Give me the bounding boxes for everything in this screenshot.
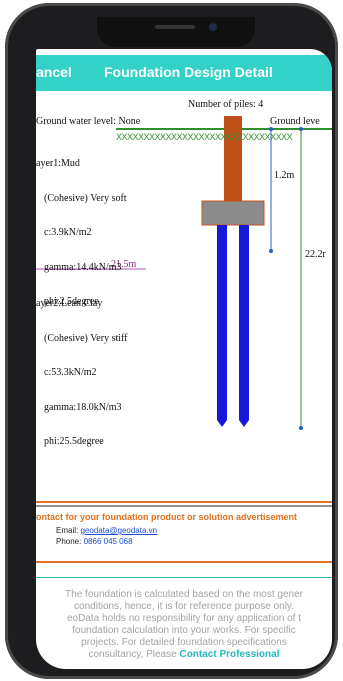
phone-frame: ancel Foundation Design Detail XXXXXXXXX… bbox=[5, 3, 338, 679]
contact-professional-link[interactable]: Contact Professional bbox=[179, 649, 279, 660]
disclaimer-line5: projects. For detailed foundation specif… bbox=[81, 637, 287, 648]
page-title: Foundation Design Detail bbox=[104, 64, 273, 80]
ad-top-rule bbox=[36, 501, 332, 503]
disclaimer-line2: conditions, hence, it is for reference p… bbox=[74, 601, 294, 612]
disclaimer-line4: foundation calculation into your works. … bbox=[72, 625, 296, 636]
ad-bottom-rule-2 bbox=[36, 577, 332, 578]
disclaimer-line3: eoData holds no responsibility for any a… bbox=[66, 613, 302, 624]
ad-bottom-rule bbox=[36, 561, 332, 563]
layer2-info: ayer2:Lean Clay (Cohesive) Very stiff c:… bbox=[36, 275, 128, 471]
column bbox=[224, 116, 242, 201]
front-camera-icon bbox=[209, 23, 217, 31]
layer2-c: c:53.3kN/m2 bbox=[44, 367, 97, 378]
layer2-gamma: gamma:18.0kN/m3 bbox=[44, 401, 122, 413]
cancel-button[interactable]: ancel bbox=[36, 64, 72, 80]
phone-label: Phone: bbox=[56, 537, 82, 546]
pile-left-tip bbox=[217, 420, 227, 427]
app-screen: ancel Foundation Design Detail XXXXXXXXX… bbox=[36, 49, 332, 669]
phone-link[interactable]: 0866 045 068 bbox=[84, 537, 133, 546]
email-link[interactable]: geodata@geodata.vn bbox=[80, 526, 157, 535]
layer2-phi: phi:25.5degree bbox=[44, 436, 104, 447]
layer1-gamma: gamma:14.4kN/m3 bbox=[44, 261, 122, 273]
email-label: Email: bbox=[56, 526, 79, 535]
pile-length-top-dot bbox=[299, 127, 303, 131]
pile-length-label: 22.2r bbox=[305, 249, 326, 260]
pile-length-bottom-dot bbox=[299, 426, 303, 430]
layer1-type: (Cohesive) Very soft bbox=[44, 192, 127, 204]
ground-hatch: XXXXXXXXXXXXXXXXXXXXXXXXXXXXXXXX bbox=[116, 132, 293, 142]
layer2-type: (Cohesive) Very stiff bbox=[44, 332, 128, 344]
piles-count-label: Number of piles: 4 bbox=[188, 99, 264, 110]
disclaimer: The foundation is calculated based on th… bbox=[36, 589, 332, 661]
layer1-c: c:3.9kN/m2 bbox=[44, 227, 92, 238]
ad-headline: ontact for your foundation product or so… bbox=[36, 512, 298, 522]
ad-phone-row: Phone: 0866 045 068 bbox=[56, 537, 133, 546]
speaker-grille bbox=[155, 25, 195, 29]
disclaimer-line6: consultancy, Please Contact Professional bbox=[36, 649, 332, 661]
ground-level-label: Ground leve bbox=[270, 116, 320, 127]
layer1-name: ayer1:Mud bbox=[36, 158, 80, 169]
groundwater-label: Ground water level: None bbox=[36, 116, 141, 127]
pile-right bbox=[239, 225, 249, 420]
ad-email-row: Email: geodata@geodata.vn bbox=[56, 526, 157, 535]
cap-depth-bottom-dot bbox=[269, 249, 273, 253]
cap-depth-label: 1.2m bbox=[274, 170, 295, 181]
disclaimer-line1: The foundation is calculated based on th… bbox=[65, 589, 303, 600]
pile-cap bbox=[201, 200, 265, 226]
header-bar: ancel Foundation Design Detail bbox=[36, 55, 332, 91]
pile-right-tip bbox=[239, 420, 249, 427]
layer2-name: ayer2:Lean Clay bbox=[36, 298, 103, 309]
cap-depth-top-dot bbox=[269, 127, 273, 131]
pile-left bbox=[217, 225, 227, 420]
phone-notch bbox=[97, 17, 255, 47]
disclaimer-line6-text: consultancy, Please bbox=[88, 649, 180, 660]
